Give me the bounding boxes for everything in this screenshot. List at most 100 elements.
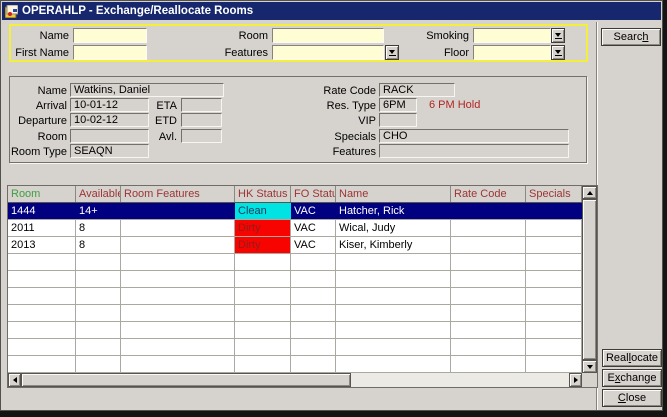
cell-name xyxy=(336,271,451,287)
guest-room-type-label: Room Type xyxy=(7,145,67,158)
column-header-name[interactable]: Name xyxy=(336,186,451,202)
cell-name xyxy=(336,254,451,270)
horizontal-scrollbar[interactable] xyxy=(8,373,582,387)
cell-fo-status xyxy=(291,288,336,304)
cell-name[interactable]: Hatcher, Rick xyxy=(336,203,451,219)
cell-name xyxy=(336,305,451,321)
cell-specials[interactable] xyxy=(526,203,582,219)
vertical-scrollbar[interactable] xyxy=(582,186,597,373)
cell-available[interactable]: 14+ xyxy=(76,203,121,219)
vertical-scroll-thumb[interactable] xyxy=(582,199,597,360)
guest-vip-label: VIP xyxy=(301,114,376,127)
guest-res-type-field: 6PM xyxy=(379,98,417,112)
cell-rate-code xyxy=(451,271,526,287)
smoking-dropdown-button[interactable] xyxy=(551,28,565,43)
column-header-available[interactable]: Available xyxy=(76,186,121,202)
search-features-input[interactable] xyxy=(272,45,384,60)
cell-room xyxy=(8,322,76,338)
cell-rate-code xyxy=(451,356,526,372)
cell-specials xyxy=(526,254,582,270)
title-bar[interactable]: OPERAHLP - Exchange/Reallocate Rooms xyxy=(2,2,661,20)
floor-dropdown-button[interactable] xyxy=(551,45,565,60)
search-first-name-input[interactable] xyxy=(73,45,147,60)
cell-fo-status[interactable]: VAC xyxy=(291,237,336,253)
cell-room[interactable]: 2011 xyxy=(8,220,76,236)
cell-room-features[interactable] xyxy=(121,203,235,219)
guest-name-field: Watkins, Daniel xyxy=(70,83,224,97)
table-row xyxy=(8,254,582,271)
cell-hk-status xyxy=(235,271,291,287)
reallocate-button[interactable]: Reallocate xyxy=(602,349,662,367)
cell-specials[interactable] xyxy=(526,237,582,253)
table-row[interactable]: 20118 DirtyVACWical, Judy xyxy=(8,220,582,237)
cell-fo-status xyxy=(291,322,336,338)
search-name-input[interactable] xyxy=(73,28,147,43)
cell-room[interactable]: 1444 xyxy=(8,203,76,219)
cell-hk-status[interactable]: Dirty xyxy=(235,220,291,236)
cell-available xyxy=(76,271,121,287)
scroll-right-button[interactable] xyxy=(569,373,582,387)
cell-hk-status[interactable]: Clean xyxy=(235,203,291,219)
cell-rate-code xyxy=(451,339,526,355)
guest-room-label: Room xyxy=(7,130,67,143)
arrow-right-icon xyxy=(574,377,578,383)
chevron-down-icon xyxy=(389,50,395,54)
cell-hk-status[interactable]: Dirty xyxy=(235,237,291,253)
scroll-down-button[interactable] xyxy=(582,360,597,373)
cell-specials xyxy=(526,305,582,321)
cell-name xyxy=(336,322,451,338)
guest-specials-field: CHO xyxy=(379,129,569,143)
cell-available[interactable]: 8 xyxy=(76,220,121,236)
table-row xyxy=(8,271,582,288)
column-header-specials[interactable]: Specials xyxy=(526,186,582,202)
column-header-room[interactable]: Room xyxy=(8,186,76,202)
cell-room[interactable]: 2013 xyxy=(8,237,76,253)
cell-hk-status xyxy=(235,254,291,270)
cell-fo-status[interactable]: VAC xyxy=(291,203,336,219)
scroll-up-button[interactable] xyxy=(582,186,597,199)
scrollbar-corner xyxy=(582,373,597,387)
cell-name[interactable]: Wical, Judy xyxy=(336,220,451,236)
cell-specials[interactable] xyxy=(526,220,582,236)
cell-available xyxy=(76,305,121,321)
cell-rate-code[interactable] xyxy=(451,203,526,219)
search-room-input[interactable] xyxy=(272,28,384,43)
table-row xyxy=(8,339,582,356)
cell-fo-status xyxy=(291,305,336,321)
table-row[interactable]: 144414+ CleanVACHatcher, Rick xyxy=(8,203,582,220)
scroll-left-button[interactable] xyxy=(8,373,21,387)
search-features-label: Features xyxy=(201,46,268,59)
close-button[interactable]: Close xyxy=(602,389,662,407)
cell-available[interactable]: 8 xyxy=(76,237,121,253)
cell-name xyxy=(336,288,451,304)
search-name-label: Name xyxy=(9,29,69,42)
cell-rate-code xyxy=(451,322,526,338)
column-header-hk-status[interactable]: HK Status xyxy=(235,186,291,202)
guest-departure-label: Departure xyxy=(7,114,67,127)
cell-hk-status xyxy=(235,339,291,355)
cell-fo-status xyxy=(291,271,336,287)
cell-fo-status[interactable]: VAC xyxy=(291,220,336,236)
cell-room-features xyxy=(121,254,235,270)
arrow-left-icon xyxy=(13,377,17,383)
search-smoking-input[interactable] xyxy=(473,28,551,43)
horizontal-scroll-thumb[interactable] xyxy=(21,373,351,387)
cell-available xyxy=(76,288,121,304)
rooms-table: RoomAvailableRoom FeaturesHK StatusFO St… xyxy=(7,185,598,388)
cell-rate-code[interactable] xyxy=(451,220,526,236)
column-header-room-features[interactable]: Room Features xyxy=(121,186,235,202)
table-row[interactable]: 20138 DirtyVACKiser, Kimberly xyxy=(8,237,582,254)
search-floor-input[interactable] xyxy=(473,45,551,60)
search-button[interactable]: Search xyxy=(601,28,661,46)
cell-room-features[interactable] xyxy=(121,220,235,236)
cell-hk-status xyxy=(235,305,291,321)
guest-vip-field xyxy=(379,113,417,127)
search-smoking-label: Smoking xyxy=(396,29,469,42)
cell-room-features[interactable] xyxy=(121,237,235,253)
cell-name[interactable]: Kiser, Kimberly xyxy=(336,237,451,253)
cell-rate-code[interactable] xyxy=(451,237,526,253)
column-header-fo-status[interactable]: FO Status xyxy=(291,186,336,202)
cell-room xyxy=(8,288,76,304)
column-header-rate-code[interactable]: Rate Code xyxy=(451,186,526,202)
exchange-button[interactable]: Exchange xyxy=(602,369,662,387)
